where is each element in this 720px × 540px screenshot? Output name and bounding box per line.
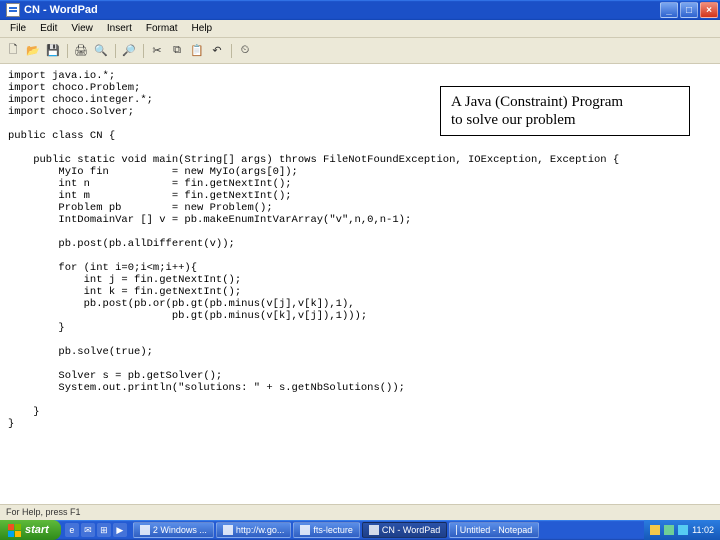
toolbar-separator	[140, 42, 146, 60]
taskbar-tasks: 2 Windows ... http://w.go... fts-lecture…	[131, 522, 644, 538]
ql-mail-icon[interactable]: ✉	[81, 523, 95, 537]
print-icon[interactable]: 🖨	[72, 42, 90, 60]
system-tray: 11:02	[644, 520, 720, 540]
document-area[interactable]: import java.io.*; import choco.Problem; …	[0, 64, 720, 504]
copy-icon[interactable]: ⧉	[168, 42, 186, 60]
task-label: 2 Windows ...	[153, 525, 207, 535]
annotation-line1: A Java (Constraint) Program	[451, 93, 679, 111]
find-icon[interactable]: 🔎	[120, 42, 138, 60]
task-label: CN - WordPad	[382, 525, 440, 535]
annotation-line2: to solve our problem	[451, 111, 679, 129]
pdf-icon	[300, 525, 310, 535]
ql-desktop-icon[interactable]: ⊞	[97, 523, 111, 537]
task-item[interactable]: Untitled - Notepad	[449, 522, 539, 538]
task-label: Untitled - Notepad	[460, 525, 533, 535]
menu-help[interactable]: Help	[186, 21, 219, 36]
window-titlebar: CN - WordPad _ □ ×	[0, 0, 720, 20]
ql-media-icon[interactable]: ▶	[113, 523, 127, 537]
tray-icon[interactable]	[650, 525, 660, 535]
ql-ie-icon[interactable]: e	[65, 523, 79, 537]
start-button[interactable]: start	[0, 520, 61, 540]
toolbar-separator	[64, 42, 70, 60]
close-button[interactable]: ×	[700, 2, 718, 18]
tray-icon[interactable]	[664, 525, 674, 535]
annotation-box: A Java (Constraint) Program to solve our…	[440, 86, 690, 136]
window-title: CN - WordPad	[24, 4, 660, 16]
toolbar-separator	[112, 42, 118, 60]
menu-format[interactable]: Format	[140, 21, 184, 36]
ie-icon	[223, 525, 233, 535]
menu-edit[interactable]: Edit	[34, 21, 63, 36]
menu-file[interactable]: File	[4, 21, 32, 36]
toolbar-separator	[228, 42, 234, 60]
task-item-active[interactable]: CN - WordPad	[362, 522, 447, 538]
wordpad-icon	[369, 525, 379, 535]
tray-clock[interactable]: 11:02	[692, 525, 714, 535]
date-icon[interactable]: ⏲	[236, 42, 254, 60]
quick-launch: e ✉ ⊞ ▶	[61, 523, 131, 537]
open-icon[interactable]: 📂	[24, 42, 42, 60]
menu-view[interactable]: View	[65, 21, 99, 36]
minimize-button[interactable]: _	[660, 2, 678, 18]
taskbar: start e ✉ ⊞ ▶ 2 Windows ... http://w.go.…	[0, 520, 720, 540]
task-item[interactable]: http://w.go...	[216, 522, 292, 538]
new-icon[interactable]: 🗋	[4, 42, 22, 60]
save-icon[interactable]: 💾	[44, 42, 62, 60]
menu-bar: File Edit View Insert Format Help	[0, 20, 720, 38]
maximize-button[interactable]: □	[680, 2, 698, 18]
start-label: start	[25, 524, 49, 536]
cut-icon[interactable]: ✂	[148, 42, 166, 60]
status-bar: For Help, press F1	[0, 504, 720, 520]
preview-icon[interactable]: 🔍	[92, 42, 110, 60]
menu-insert[interactable]: Insert	[101, 21, 138, 36]
toolbar: 🗋 📂 💾 🖨 🔍 🔎 ✂ ⧉ 📋 ↶ ⏲	[0, 38, 720, 64]
folder-icon	[140, 525, 150, 535]
paste-icon[interactable]: 📋	[188, 42, 206, 60]
app-icon	[6, 3, 20, 17]
undo-icon[interactable]: ↶	[208, 42, 226, 60]
status-text: For Help, press F1	[6, 507, 81, 517]
task-item[interactable]: 2 Windows ...	[133, 522, 214, 538]
task-label: http://w.go...	[236, 525, 285, 535]
tray-icon[interactable]	[678, 525, 688, 535]
task-label: fts-lecture	[313, 525, 353, 535]
task-item[interactable]: fts-lecture	[293, 522, 360, 538]
windows-logo-icon	[8, 524, 21, 537]
